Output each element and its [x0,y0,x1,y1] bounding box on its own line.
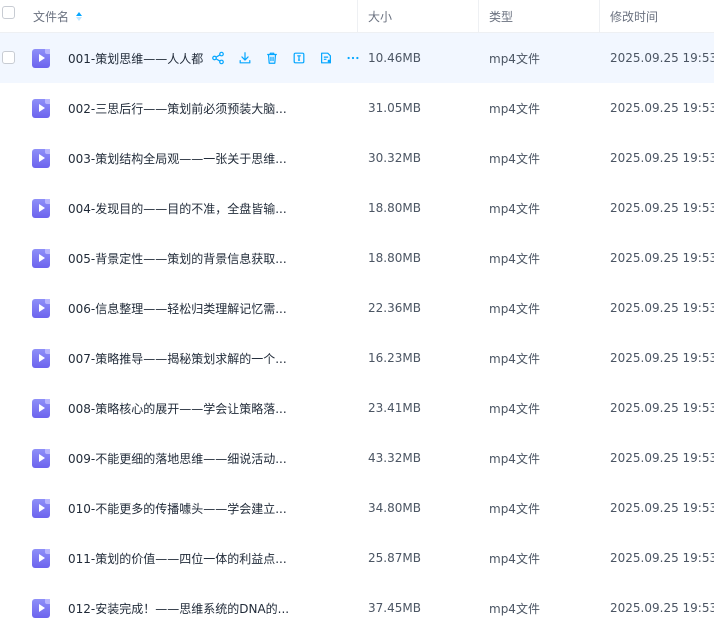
file-row[interactable]: 012-安装完成！——思维系统的DNA的... 37.45MB mp4文件 20… [0,583,714,633]
file-name[interactable]: 003-策划结构全局观——一张关于思维... [68,133,287,183]
download-icon[interactable] [237,50,253,66]
file-name[interactable]: 004-发现目的——目的不准，全盘皆输... [68,183,287,233]
column-header-name-label: 文件名 [33,9,70,24]
file-name[interactable]: 011-策划的价值——四位一体的利益点... [68,533,287,583]
file-size: 31.05MB [368,101,421,115]
row-checkbox[interactable] [2,51,15,64]
file-row[interactable]: 011-策划的价值——四位一体的利益点... 25.87MB mp4文件 202… [0,533,714,583]
file-row[interactable]: 004-发现目的——目的不准，全盘皆输... 18.80MB mp4文件 202… [0,183,714,233]
file-row[interactable]: 007-策略推导——揭秘策划求解的一个... 16.23MB mp4文件 202… [0,333,714,383]
file-size: 18.80MB [368,251,421,265]
file-name[interactable]: 005-背景定性——策划的背景信息获取... [68,233,287,283]
file-size: 10.46MB [368,51,421,65]
column-header-size[interactable]: 大小 [368,0,392,32]
file-type: mp4文件 [489,451,540,466]
file-name[interactable]: 009-不能更细的落地思维——细说活动... [68,433,287,483]
file-type: mp4文件 [489,101,540,116]
video-file-icon [32,549,50,568]
column-divider[interactable] [357,0,358,32]
rename-icon[interactable] [291,50,307,66]
file-type: mp4文件 [489,351,540,366]
ai-summary-icon[interactable] [318,50,334,66]
file-size: 16.23MB [368,351,421,365]
more-icon[interactable] [345,50,361,66]
file-type: mp4文件 [489,601,540,616]
file-list-header: 文件名 大小 类型 修改时间 [0,0,714,33]
file-modified: 2025.09.25 19:53 [610,151,714,165]
file-name[interactable]: 007-策略推导——揭秘策划求解的一个... [68,333,287,383]
file-modified: 2025.09.25 19:53 [610,301,714,315]
file-modified: 2025.09.25 19:53 [610,601,714,615]
share-icon[interactable] [210,50,226,66]
file-modified: 2025.09.25 19:53 [610,451,714,465]
column-header-name[interactable]: 文件名 [33,0,83,32]
video-file-icon [32,99,50,118]
video-file-icon [32,199,50,218]
file-size: 30.32MB [368,151,421,165]
video-file-icon [32,249,50,268]
file-modified: 2025.09.25 19:53 [610,401,714,415]
file-size: 18.80MB [368,201,421,215]
file-name[interactable]: 001-策划思维——人人都 [68,33,203,83]
file-type: mp4文件 [489,301,540,316]
file-size: 37.45MB [368,601,421,615]
file-row[interactable]: 008-策略核心的展开——学会让策略落... 23.41MB mp4文件 202… [0,383,714,433]
file-name[interactable]: 012-安装完成！——思维系统的DNA的... [68,583,289,633]
row-actions [210,49,361,67]
file-type: mp4文件 [489,51,540,66]
file-size: 22.36MB [368,301,421,315]
file-size: 23.41MB [368,401,421,415]
column-divider[interactable] [599,0,600,32]
delete-icon[interactable] [264,50,280,66]
column-divider[interactable] [478,0,479,32]
file-modified: 2025.09.25 19:53 [610,551,714,565]
file-modified: 2025.09.25 19:53 [610,101,714,115]
file-modified: 2025.09.25 19:53 [610,351,714,365]
file-row[interactable]: 002-三思后行——策划前必须预装大脑... 31.05MB mp4文件 202… [0,83,714,133]
file-modified: 2025.09.25 19:53 [610,251,714,265]
column-header-type-label: 类型 [489,9,514,24]
file-row[interactable]: 005-背景定性——策划的背景信息获取... 18.80MB mp4文件 202… [0,233,714,283]
file-row[interactable]: 009-不能更细的落地思维——细说活动... 43.32MB mp4文件 202… [0,433,714,483]
column-header-type[interactable]: 类型 [489,0,513,32]
file-size: 43.32MB [368,451,421,465]
video-file-icon [32,149,50,168]
file-size: 34.80MB [368,501,421,515]
video-file-icon [32,599,50,618]
video-file-icon [32,349,50,368]
file-size: 25.87MB [368,551,421,565]
file-type: mp4文件 [489,251,540,266]
file-name[interactable]: 008-策略核心的展开——学会让策略落... [68,383,287,433]
column-header-size-label: 大小 [368,9,393,24]
file-name[interactable]: 006-信息整理——轻松归类理解记忆需... [68,283,287,333]
select-all-checkbox[interactable] [2,6,15,19]
file-row[interactable]: 001-策划思维——人人都 10.46MB mp4文件 2025.09.25 1 [0,33,714,83]
file-name[interactable]: 010-不能更多的传播噱头——学会建立... [68,483,287,533]
sort-ascending-icon[interactable] [76,9,83,23]
file-row[interactable]: 006-信息整理——轻松归类理解记忆需... 22.36MB mp4文件 202… [0,283,714,333]
video-file-icon [32,299,50,318]
column-header-modified[interactable]: 修改时间 [610,0,658,32]
column-header-modified-label: 修改时间 [610,9,659,24]
file-modified: 2025.09.25 19:53 [610,51,714,65]
file-type: mp4文件 [489,201,540,216]
video-file-icon [32,449,50,468]
file-modified: 2025.09.25 19:53 [610,201,714,215]
video-file-icon [32,49,50,68]
file-modified: 2025.09.25 19:53 [610,501,714,515]
file-row[interactable]: 003-策划结构全局观——一张关于思维... 30.32MB mp4文件 202… [0,133,714,183]
file-type: mp4文件 [489,501,540,516]
video-file-icon [32,499,50,518]
file-type: mp4文件 [489,401,540,416]
file-type: mp4文件 [489,151,540,166]
file-name[interactable]: 002-三思后行——策划前必须预装大脑... [68,83,287,133]
file-row[interactable]: 010-不能更多的传播噱头——学会建立... 34.80MB mp4文件 202… [0,483,714,533]
video-file-icon [32,399,50,418]
file-type: mp4文件 [489,551,540,566]
